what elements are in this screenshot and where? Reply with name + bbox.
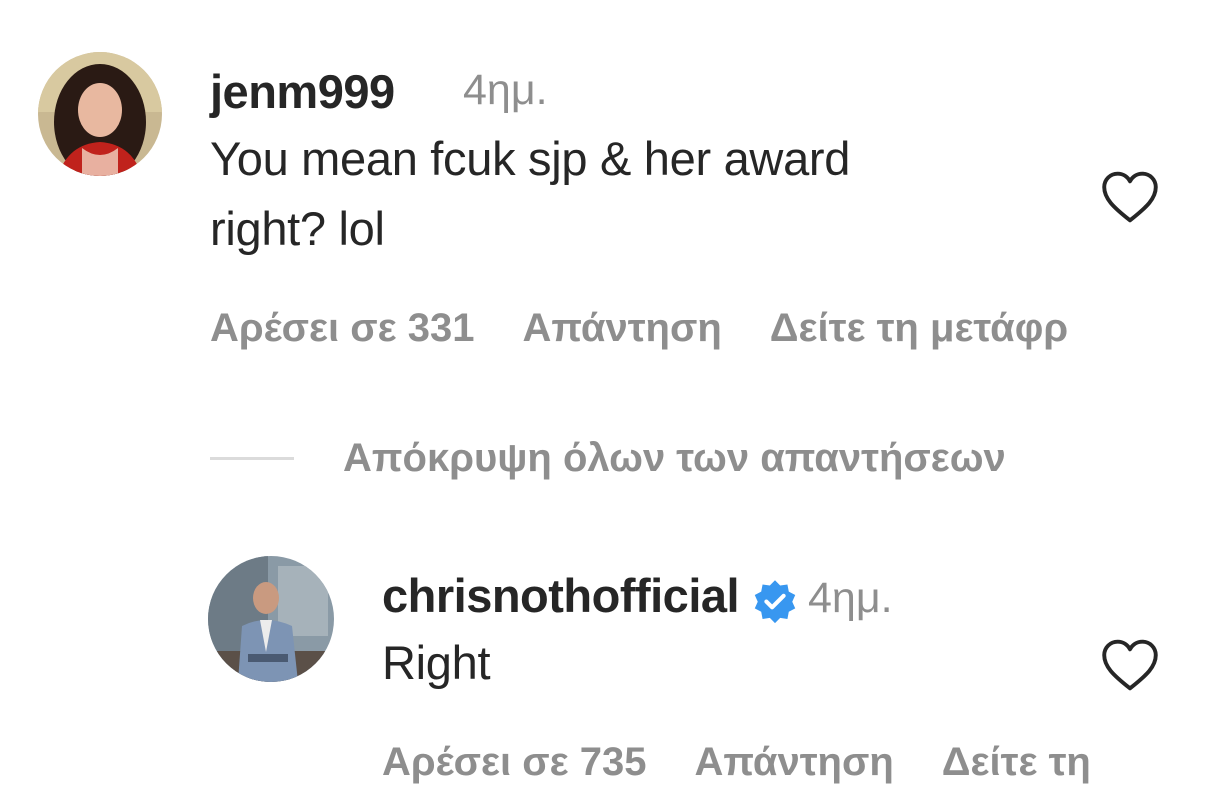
reply-username[interactable]: chrisnothofficial xyxy=(382,569,740,622)
comment-translation-link[interactable]: Δείτε τη μετάφρ xyxy=(770,306,1068,350)
reply-translation-link[interactable]: Δείτε τη xyxy=(942,740,1091,784)
verified-badge-icon xyxy=(752,578,798,629)
avatar-jenm999[interactable] xyxy=(38,52,162,176)
reply-actions: Αρέσει σε 735 Απάντηση Δείτε τη xyxy=(382,740,1139,785)
comment-text-line-1: You mean fcuk sjp & her award xyxy=(210,132,851,185)
reply-reply-button[interactable]: Απάντηση xyxy=(694,740,893,784)
avatar-chrisnothofficial[interactable] xyxy=(208,556,334,682)
reply-timestamp[interactable]: 4ημ. xyxy=(808,574,893,622)
reply-header: chrisnothofficial 4ημ. xyxy=(382,568,893,629)
comment-actions: Αρέσει σε 331 Απάντηση Δείτε τη μετάφρ xyxy=(210,306,1116,351)
reply-like-heart-icon[interactable] xyxy=(1100,638,1160,692)
comment-text-line-2: right? lol xyxy=(210,202,385,255)
comment-username[interactable]: jenm999 xyxy=(210,64,395,119)
hide-replies-button[interactable]: Απόκρυψη όλων των απαντήσεων xyxy=(343,436,1006,481)
reply-text: Right xyxy=(382,636,491,689)
comment-likes-count[interactable]: Αρέσει σε 331 xyxy=(210,306,474,350)
comment-reply-button[interactable]: Απάντηση xyxy=(522,306,721,350)
like-heart-icon[interactable] xyxy=(1100,170,1160,224)
replies-divider xyxy=(210,457,294,460)
comment-timestamp[interactable]: 4ημ. xyxy=(463,66,548,115)
reply-likes-count[interactable]: Αρέσει σε 735 xyxy=(382,740,646,784)
